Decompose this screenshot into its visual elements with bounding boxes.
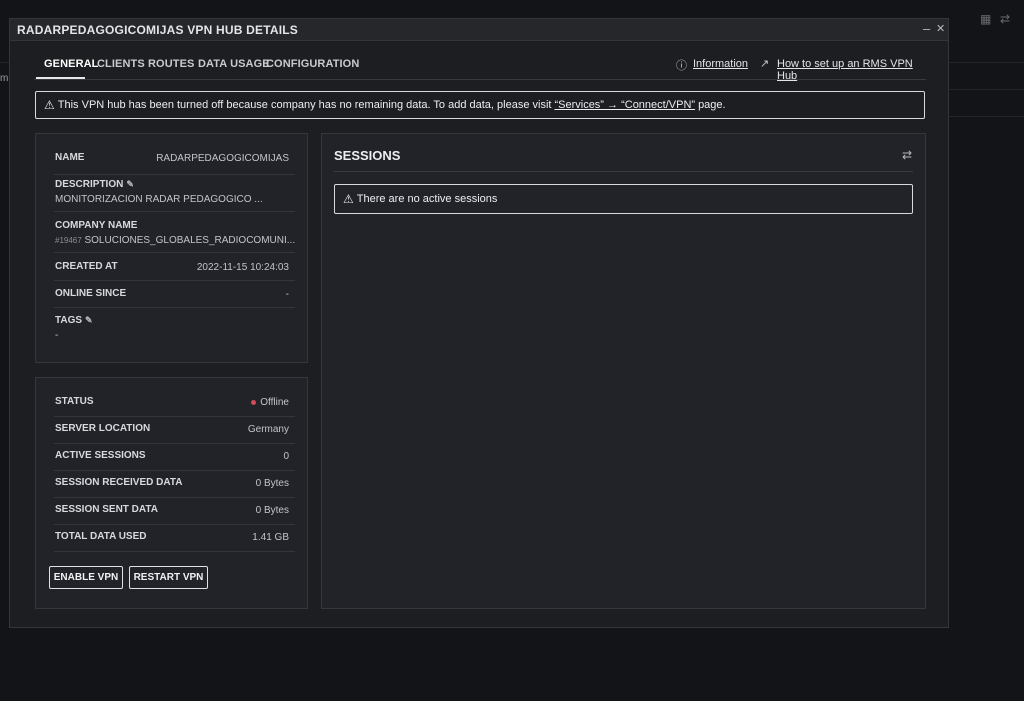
sessions-panel: SESSIONS ⇄ ⚠ There are no active session… bbox=[321, 133, 926, 609]
active-sessions-row: ACTIVE SESSIONS 0 bbox=[54, 450, 295, 471]
active-sessions-value: 0 bbox=[283, 451, 289, 462]
edit-icon[interactable]: ✎ bbox=[126, 179, 134, 189]
name-label: NAME bbox=[55, 152, 85, 163]
company-label: COMPANY NAME bbox=[55, 220, 138, 231]
detail-row-tags: TAGS ✎ - bbox=[54, 315, 295, 345]
tab-clients[interactable]: CLIENTS bbox=[97, 58, 145, 70]
status-dot bbox=[251, 399, 257, 405]
company-value: #19467 SOLUCIONES_GLOBALES_RADIOCOMUNI..… bbox=[55, 235, 296, 246]
description-value: MONITORIZACION RADAR PEDAGOGICO ... bbox=[55, 194, 263, 205]
modal-header: RADARPEDAGOGICOMIJAS VPN HUB DETAILS – ✕ bbox=[10, 19, 948, 41]
created-value: 2022-11-15 10:24:03 bbox=[196, 262, 289, 273]
hub-info-panel: NAME RADARPEDAGOGICOMIJAS DESCRIPTION ✎ M… bbox=[35, 133, 308, 363]
refresh-icon[interactable]: ⇄ bbox=[1000, 12, 1010, 26]
received-data-row: SESSION RECEIVED DATA 0 Bytes bbox=[54, 477, 295, 498]
created-label: CREATED AT bbox=[55, 261, 118, 272]
tab-routes[interactable]: ROUTES bbox=[148, 58, 194, 70]
received-data-value: 0 Bytes bbox=[255, 478, 289, 489]
refresh-icon[interactable]: ⇄ bbox=[902, 148, 912, 162]
services-connect-link[interactable]: “Services” → “Connect/VPN” bbox=[554, 99, 695, 111]
sessions-title: SESSIONS bbox=[334, 148, 401, 163]
hub-status-panel: STATUS Offline SERVER LOCATION Germany A… bbox=[35, 377, 308, 609]
restart-vpn-button[interactable]: RESTART VPN bbox=[129, 566, 208, 589]
status-label: STATUS bbox=[55, 396, 94, 407]
online-since-label: ONLINE SINCE bbox=[55, 288, 127, 299]
name-value: RADARPEDAGOGICOMIJAS bbox=[156, 153, 289, 164]
detail-row-online: ONLINE SINCE - bbox=[54, 288, 295, 308]
company-id: #19467 bbox=[55, 236, 82, 245]
background-divider bbox=[949, 116, 1024, 117]
vpn-hub-details-modal: RADARPEDAGOGICOMIJAS VPN HUB DETAILS – ✕… bbox=[9, 18, 949, 628]
sent-data-value: 0 Bytes bbox=[255, 505, 289, 516]
modal-title: RADARPEDAGOGICOMIJAS VPN HUB DETAILS bbox=[17, 22, 298, 37]
active-tab-indicator bbox=[36, 77, 85, 79]
active-sessions-label: ACTIVE SESSIONS bbox=[55, 450, 146, 461]
detail-row-company: COMPANY NAME #19467 SOLUCIONES_GLOBALES_… bbox=[54, 220, 295, 253]
background-toolbar: ▦ ⇄ bbox=[950, 0, 1024, 40]
close-button[interactable]: ✕ bbox=[936, 21, 945, 37]
status-value: Offline bbox=[251, 397, 289, 408]
detail-row-name: NAME RADARPEDAGOGICOMIJAS bbox=[54, 152, 295, 175]
sessions-divider bbox=[334, 171, 913, 172]
online-since-value: - bbox=[285, 289, 289, 300]
tab-bar: GENERAL CLIENTS ROUTES DATA USAGE CONFIG… bbox=[34, 56, 926, 82]
location-label: SERVER LOCATION bbox=[55, 423, 151, 434]
sent-data-label: SESSION SENT DATA bbox=[55, 504, 158, 515]
edit-icon[interactable]: ✎ bbox=[85, 315, 93, 325]
no-sessions-text: There are no active sessions bbox=[356, 193, 498, 205]
data-warning-alert: ⚠ This VPN hub has been turned off becau… bbox=[35, 91, 925, 119]
background-divider bbox=[949, 89, 1024, 90]
total-data-row: TOTAL DATA USED 1.41 GB bbox=[54, 531, 295, 552]
background-divider bbox=[0, 62, 9, 63]
detail-row-description: DESCRIPTION ✎ MONITORIZACION RADAR PEDAGO… bbox=[54, 179, 295, 212]
no-sessions-alert: ⚠ There are no active sessions bbox=[334, 184, 913, 214]
help-circle-icon: ⓘ bbox=[676, 60, 687, 72]
location-row: SERVER LOCATION Germany bbox=[54, 423, 295, 444]
tab-general[interactable]: GENERAL bbox=[44, 58, 98, 70]
alert-text: This VPN hub has been turned off because… bbox=[57, 99, 552, 111]
tab-configuration[interactable]: CONFIGURATION bbox=[266, 58, 359, 70]
tags-value: - bbox=[55, 330, 59, 341]
total-data-label: TOTAL DATA USED bbox=[55, 531, 147, 542]
total-data-value: 1.41 GB bbox=[252, 532, 289, 543]
sent-data-row: SESSION SENT DATA 0 Bytes bbox=[54, 504, 295, 525]
warning-icon: ⚠ bbox=[44, 98, 55, 112]
enable-vpn-button[interactable]: ENABLE VPN bbox=[49, 566, 123, 589]
location-value: Germany bbox=[247, 424, 289, 435]
grid-icon[interactable]: ▦ bbox=[980, 12, 991, 26]
external-link-icon: ↗ bbox=[760, 58, 770, 70]
minimize-button[interactable]: – bbox=[923, 21, 930, 37]
tags-label: TAGS ✎ bbox=[55, 315, 93, 326]
warning-icon: ⚠ bbox=[343, 192, 354, 206]
description-label: DESCRIPTION ✎ bbox=[55, 179, 134, 190]
tab-data-usage[interactable]: DATA USAGE bbox=[198, 58, 270, 70]
setup-guide-link[interactable]: How to set up an RMS VPN Hub bbox=[777, 58, 926, 82]
alert-text-end: page. bbox=[698, 99, 726, 111]
background-divider bbox=[949, 62, 1024, 63]
information-link[interactable]: Information bbox=[693, 58, 748, 70]
detail-row-created: CREATED AT 2022-11-15 10:24:03 bbox=[54, 261, 295, 281]
received-data-label: SESSION RECEIVED DATA bbox=[55, 477, 183, 488]
status-row: STATUS Offline bbox=[54, 396, 295, 417]
